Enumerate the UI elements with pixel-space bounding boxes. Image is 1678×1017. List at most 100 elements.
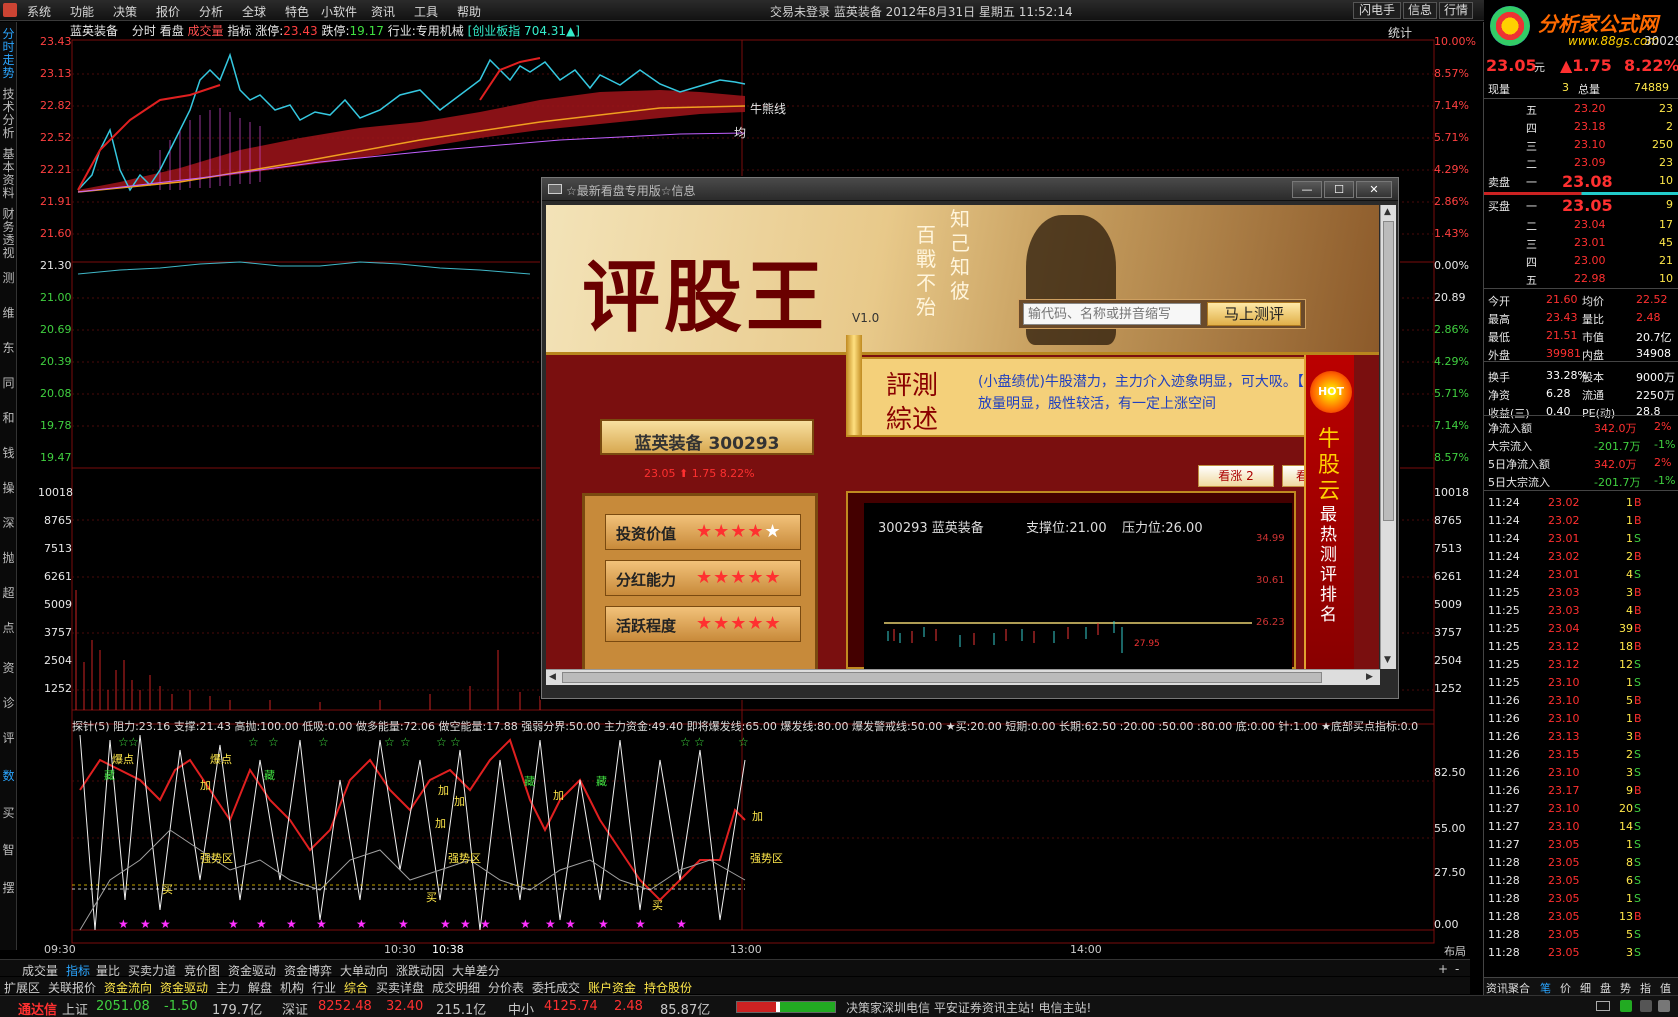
svg-text:★: ★ <box>676 917 687 931</box>
order-volume: 10 <box>1659 272 1673 285</box>
tab-value[interactable]: 值 <box>1660 980 1671 996</box>
indicator-tag: 加 <box>553 789 564 802</box>
tab-book[interactable]: 盘 <box>1600 980 1611 996</box>
buy-level-2[interactable]: 二 23.04 17 <box>1484 216 1678 234</box>
review-title-2: 綜述 <box>886 405 939 435</box>
sz-index-label[interactable]: 深证 <box>282 999 308 1017</box>
rating-label: 投资价值 <box>616 525 677 543</box>
scroll-left-arrow-icon[interactable]: ◀ <box>549 672 556 682</box>
tab-detail[interactable]: 细 <box>1580 980 1591 996</box>
tab-institution[interactable]: 机构 <box>280 979 304 996</box>
buy-level-1[interactable]: 买盘 一 23.05 9 <box>1484 196 1678 216</box>
dialog-titlebar[interactable]: ☆最新看盘专用版☆信息 — ☐ ✕ <box>542 178 1398 201</box>
tab-price[interactable]: 价 <box>1560 980 1571 996</box>
lock-icon[interactable] <box>1658 1000 1670 1012</box>
tick-volume: 3 <box>1626 946 1633 959</box>
tick-time: 11:28 <box>1488 946 1520 959</box>
tick-volume: 3 <box>1626 586 1633 599</box>
tab-related-quotes[interactable]: 关联报价 <box>48 979 96 996</box>
layout-button[interactable]: 布局 <box>1444 943 1466 959</box>
sell-level-5[interactable]: 五 23.20 23 <box>1484 100 1678 118</box>
tab-analysis[interactable]: 解盘 <box>248 979 272 996</box>
scroll-minus-button[interactable]: - <box>1455 962 1459 976</box>
sponsor-logo[interactable]: 分析家公式网 www.88gs.com 30029 <box>1484 0 1678 55</box>
tab-composite[interactable]: 综合 <box>344 979 368 996</box>
sell-level-2[interactable]: 二 23.09 23 <box>1484 154 1678 172</box>
tab-index[interactable]: 指 <box>1640 980 1651 996</box>
stat-value: 21.60 <box>1546 293 1578 306</box>
volume-tick-right: 2504 <box>1434 654 1462 667</box>
news-ticker[interactable]: 决策家深圳电信 平安证券资讯主站! 电信主站! <box>846 999 1091 1016</box>
buy-level-4[interactable]: 四 23.00 21 <box>1484 252 1678 270</box>
tab-news-aggregate[interactable]: 资讯聚合 <box>1486 980 1530 996</box>
tick-side: B <box>1634 496 1642 509</box>
tab-order-deal[interactable]: 委托成交 <box>532 979 580 996</box>
tick-side: B <box>1634 694 1642 707</box>
tick-volume: 14 <box>1619 820 1633 833</box>
flow-value: -201.7万 <box>1594 440 1641 453</box>
flow-pct: 2% <box>1654 456 1672 469</box>
tick-time: 11:28 <box>1488 928 1520 941</box>
svg-text:☆: ☆ <box>694 735 705 749</box>
volume-row: 现量 3 总量 74889 <box>1484 79 1678 97</box>
tab-fund-drive-2[interactable]: 资金驱动 <box>160 979 208 996</box>
tick-row: 11:25 23.12 18 B <box>1484 638 1678 656</box>
scroll-up-arrow-icon[interactable]: ▲ <box>1384 207 1391 217</box>
sound-icon[interactable] <box>1640 1000 1652 1012</box>
horizontal-scrollbar[interactable]: ◀ ▶ <box>546 669 1380 685</box>
tick-volume: 1 <box>1626 676 1633 689</box>
scroll-down-arrow-icon[interactable]: ▼ <box>1384 655 1391 665</box>
tick-volume: 1 <box>1626 838 1633 851</box>
hscroll-thumb[interactable] <box>562 672 1322 683</box>
tick-side: B <box>1634 784 1642 797</box>
sell-level-4[interactable]: 四 23.18 2 <box>1484 118 1678 136</box>
sh-index-label[interactable]: 上证 <box>62 999 88 1017</box>
sell-level-3[interactable]: 三 23.10 250 <box>1484 136 1678 154</box>
tick-price: 23.05 <box>1548 892 1580 905</box>
tick-price: 23.12 <box>1548 658 1580 671</box>
broker-name: 通达信 <box>18 1003 58 1017</box>
tab-ticks[interactable]: 笔 <box>1540 980 1551 996</box>
stat-label: 最低 <box>1488 331 1510 344</box>
scroll-plus-button[interactable]: + <box>1438 962 1448 976</box>
tab-trend[interactable]: 势 <box>1620 980 1631 996</box>
stat-value: 21.51 <box>1546 329 1578 342</box>
vertical-scrollbar[interactable]: ▲ ▼ <box>1380 205 1396 669</box>
bullish-button[interactable]: 看涨 2 <box>1198 465 1274 487</box>
scroll-thumb[interactable] <box>1383 221 1394 521</box>
stat-value: 20.7亿 <box>1636 331 1672 344</box>
sell-level-1[interactable]: 卖盘 一 23.08 10 <box>1484 172 1678 192</box>
tab-industry[interactable]: 行业 <box>312 979 336 996</box>
volume-tick-right: 7513 <box>1434 542 1462 555</box>
stock-plate-label: 蓝英装备 300293 <box>634 434 780 454</box>
hot-ranking-banner[interactable]: HOT 牛股云 最热测评排名 <box>1304 355 1354 669</box>
mail-icon[interactable] <box>1596 1001 1610 1011</box>
tab-fund-flow[interactable]: 资金流向 <box>104 979 152 996</box>
rate-now-button[interactable]: 马上测评 <box>1207 302 1301 326</box>
close-button[interactable]: ✕ <box>1356 181 1392 198</box>
maximize-button[interactable]: ☐ <box>1324 181 1354 198</box>
tick-row: 11:26 23.10 3 S <box>1484 764 1678 782</box>
fund-flow-row: 5日净流入额 342.0万 2% <box>1484 454 1678 472</box>
tick-volume: 4 <box>1626 604 1633 617</box>
indicator-tag: 加 <box>435 817 446 830</box>
tab-price-table[interactable]: 分价表 <box>488 979 524 996</box>
tab-main-force[interactable]: 主力 <box>216 979 240 996</box>
tab-deal-detail[interactable]: 成交明细 <box>432 979 480 996</box>
buy-level-5[interactable]: 五 22.98 10 <box>1484 270 1678 288</box>
minimize-button[interactable]: — <box>1292 181 1322 198</box>
volume-tick: 1252 <box>44 682 72 695</box>
stat-value: 23.43 <box>1546 311 1578 324</box>
sme-index-label[interactable]: 中小 <box>508 999 534 1017</box>
fund-flow-row: 净流入额 342.0万 2% <box>1484 418 1678 436</box>
search-input[interactable] <box>1023 303 1201 325</box>
scroll-right-arrow-icon[interactable]: ▶ <box>1366 672 1373 682</box>
rating-stars: ★★★★★ <box>696 613 782 634</box>
tab-account-fund[interactable]: 账户资金 <box>588 979 636 996</box>
tick-row: 11:28 23.05 5 S <box>1484 926 1678 944</box>
tab-extension[interactable]: 扩展区 <box>4 979 40 996</box>
buy-level-3[interactable]: 三 23.01 45 <box>1484 234 1678 252</box>
tab-trade-detail[interactable]: 买卖详盘 <box>376 979 424 996</box>
volume-tick: 3757 <box>44 626 72 639</box>
tab-positions[interactable]: 持仓股份 <box>644 979 692 996</box>
